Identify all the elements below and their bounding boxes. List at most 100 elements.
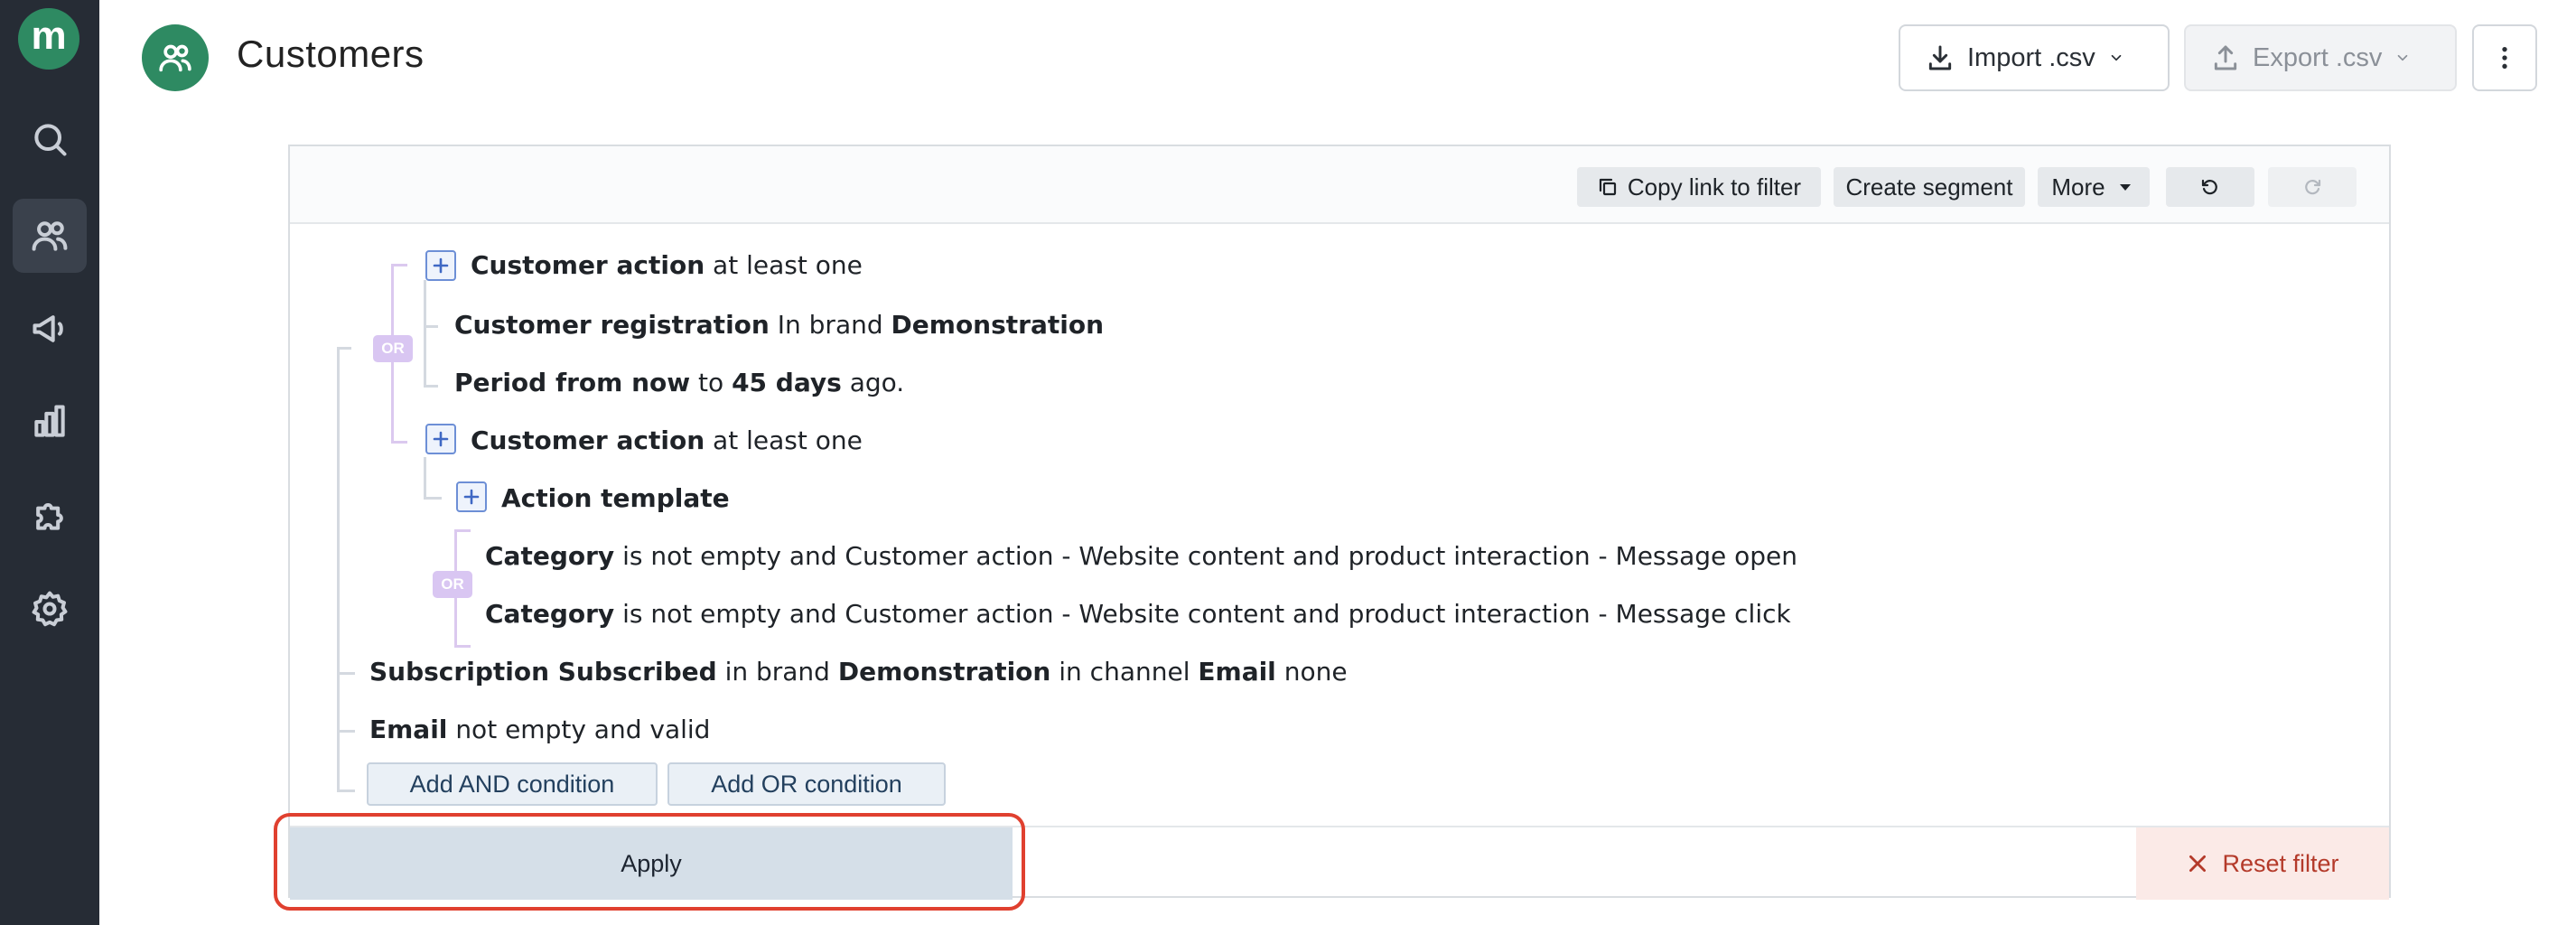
condition-name: Category [485,599,615,629]
redo-icon [2305,179,2321,195]
condition-name: Customer action [471,425,705,455]
or-group-connector [454,645,471,648]
tree-connector [424,457,426,499]
chevron-down-icon [2111,54,2122,61]
condition-name: Customer registration [454,310,770,340]
condition-row[interactable]: Subscription Subscribed in brand Demonst… [369,656,1348,688]
kebab-menu-icon [2502,47,2507,69]
condition-name: Email [369,715,448,744]
condition-value: Demonstration [891,310,1105,340]
or-badge: OR [373,335,413,362]
condition-detail: at least one [713,250,863,280]
condition-row[interactable]: Customer action at least one [471,425,863,457]
sidebar-item-integrations[interactable] [13,478,87,552]
condition-detail: in channel [1059,657,1190,687]
more-label: More [2051,173,2105,201]
sidebar-item-settings[interactable] [13,572,87,646]
expand-button[interactable] [425,250,456,281]
plus-icon [433,431,449,447]
tree-connector [337,672,355,675]
more-options-button[interactable] [2472,24,2537,91]
copy-icon [1599,178,1617,196]
condition-detail: is not empty and Customer action - Websi… [622,599,1791,629]
condition-name: Subscription Subscribed [369,657,717,687]
undo-icon [2201,179,2217,195]
condition-row[interactable]: Category is not empty and Customer actio… [485,598,1791,631]
condition-name: Category [485,541,615,571]
condition-value: Demonstration [837,657,1051,687]
condition-detail: In brand [777,310,883,340]
condition-row[interactable]: Customer registration In brand Demonstra… [454,309,1104,341]
tree-connector [424,325,438,328]
search-icon [34,124,67,156]
condition-detail: not empty and valid [455,715,711,744]
filter-footer: Apply Reset filter [290,826,2389,900]
or-group-connector [454,529,471,532]
condition-detail: to [698,368,724,397]
condition-row[interactable]: Period from now to 45 days ago. [454,367,904,399]
bar-chart-icon [34,405,65,437]
plus-icon [463,489,480,505]
tree-connector [424,280,426,387]
expand-button[interactable] [456,481,487,512]
condition-name: Action template [501,483,730,513]
plus-icon [433,257,449,274]
copy-link-button[interactable]: Copy link to filter [1577,167,1821,207]
gear-icon [32,591,68,627]
chevron-down-icon [2398,54,2408,61]
sidebar-item-campaigns[interactable] [13,292,87,366]
users-icon [32,221,68,251]
condition-value: Email [1198,657,1276,687]
filter-panel: Copy link to filter Create segment More … [288,145,2391,900]
sidebar-item-analytics[interactable] [13,385,87,459]
or-group-connector [391,441,407,444]
more-dropdown-button[interactable]: More [2038,167,2150,207]
copy-link-label: Copy link to filter [1627,173,1802,201]
condition-name: Customer action [471,250,705,280]
import-csv-label: Import .csv [1967,42,2095,72]
tree-connector [337,790,355,792]
tree-connector [337,347,340,791]
apply-button[interactable]: Apply [290,827,1013,900]
condition-row[interactable]: Action template [501,482,730,515]
reset-filter-label: Reset filter [2222,849,2339,877]
download-icon [1928,45,1952,70]
export-csv-label: Export .csv [2253,42,2383,72]
reset-filter-button[interactable]: Reset filter [2136,827,2389,900]
import-csv-button[interactable]: Import .csv [1899,24,2170,91]
condition-detail: ago. [849,368,905,397]
tree-connector [424,497,442,500]
export-csv-button[interactable]: Export .csv [2184,24,2457,91]
upload-icon [2214,45,2237,70]
app-logo[interactable]: m [18,8,79,70]
condition-row[interactable]: Email not empty and valid [369,714,710,746]
page-icon [142,24,209,91]
megaphone-icon [33,315,63,342]
sidebar-item-customers[interactable] [13,199,87,273]
condition-tree: OR OR Customer action at least one Custo… [290,224,2389,820]
create-segment-button[interactable]: Create segment [1834,167,2025,207]
redo-button[interactable] [2268,167,2357,207]
condition-row[interactable]: Customer action at least one [471,249,863,282]
or-badge: OR [433,571,472,598]
tree-connector [337,730,355,733]
expand-button[interactable] [425,424,456,454]
condition-value: 45 days [732,368,842,397]
or-group-connector [391,264,407,266]
filter-toolbar: Copy link to filter Create segment More [290,146,2389,224]
tree-connector [337,347,351,350]
page-title: Customers [237,33,425,75]
condition-detail: at least one [713,425,863,455]
close-icon [2189,855,2207,872]
add-and-condition-button[interactable]: Add AND condition [367,762,658,806]
puzzle-icon [36,503,63,530]
condition-row[interactable]: Category is not empty and Customer actio… [485,540,1797,573]
add-or-condition-button[interactable]: Add OR condition [667,762,946,806]
condition-detail: is not empty and Customer action - Websi… [622,541,1798,571]
tree-connector [424,385,438,388]
condition-detail: in brand [724,657,830,687]
caret-down-icon [2119,184,2131,191]
undo-button[interactable] [2166,167,2254,207]
condition-name: Period from now [454,368,691,397]
sidebar-item-search[interactable] [13,102,87,176]
